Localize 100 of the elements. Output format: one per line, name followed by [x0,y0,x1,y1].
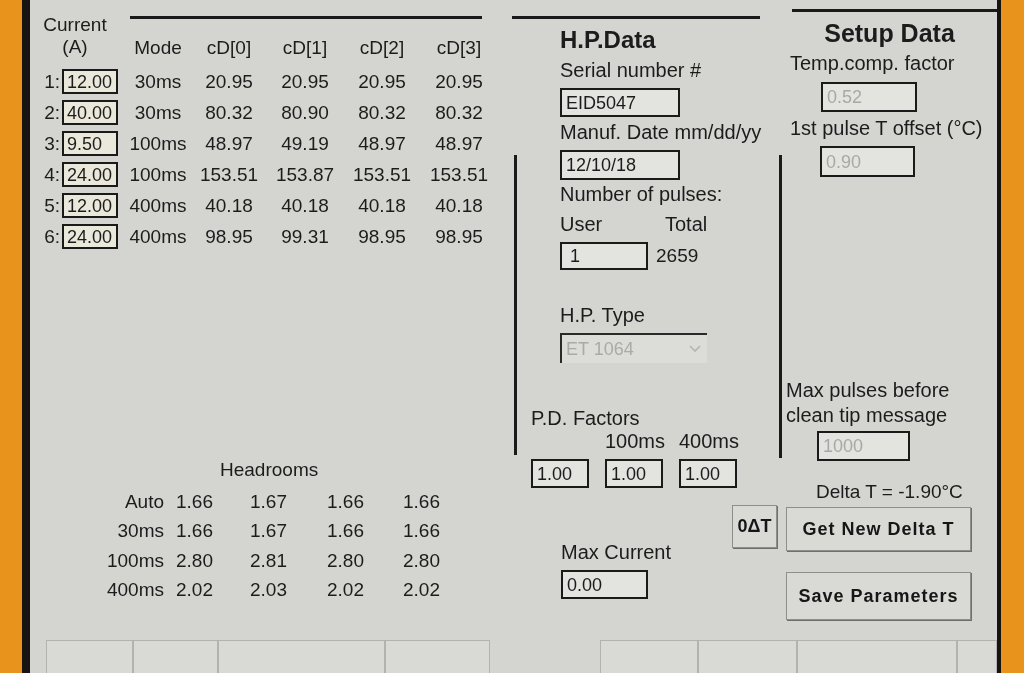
field-label: Number of pulses: [560,183,723,205]
input-field[interactable]: 40.00 [62,100,118,125]
table-cell-text: 1.66 [403,520,441,543]
table-cell-text: 1.66 [403,490,441,513]
tab[interactable] [797,640,957,673]
row-number: 5: [43,194,60,217]
table-cell-text: 30ms [133,70,183,93]
input-field[interactable]: 9.50 [62,131,118,156]
tab[interactable] [218,640,385,673]
row-number: 6: [43,225,60,248]
field-label: Max pulses before clean tip message [786,378,951,428]
table-cell-text: 153.87 [274,163,336,186]
input-field[interactable]: 1.00 [679,459,737,488]
pulse-count: 2659 [656,245,699,267]
row-number: 1: [43,70,60,93]
table-cell-text: 80.32 [434,101,484,124]
table-cell-text: 153.51 [198,163,260,186]
delta-t-reading: Delta T = -1.90°C [816,481,963,503]
field-label: Serial number # [560,59,702,81]
section-title: Setup Data [824,18,955,48]
table-cell-text: 48.97 [357,132,407,155]
get-new-delta-t-button[interactable]: Get New Delta T [786,507,971,551]
table-cell-text: 2.02 [403,579,441,602]
table-cell-text: 100ms [128,132,188,155]
column-header: cD[3] [435,38,483,58]
table-cell-text: 40.18 [280,194,330,217]
table-cell-text: 80.32 [204,101,254,124]
input-field[interactable]: 1.00 [531,459,589,488]
input-field[interactable]: 12/10/18 [560,150,680,180]
input-field[interactable]: 1 [560,242,648,270]
section-title: H.P.Data [560,26,656,54]
column-header: Mode [133,38,183,58]
table-cell-text: 1.66 [176,490,214,513]
tab[interactable] [133,640,218,673]
table-cell-text: 20.95 [280,70,330,93]
field-label: H.P. Type [560,304,645,326]
chevron-down-icon [689,345,701,353]
input-field[interactable]: 24.00 [62,224,118,249]
input-field[interactable]: 0.00 [561,570,648,599]
table-cell-text: 2.02 [176,579,214,602]
column-header: cD[1] [281,38,329,58]
table-cell-text: 98.95 [357,225,407,248]
input-field[interactable]: 24.00 [62,162,118,187]
field-label: Temp.comp. factor [790,52,955,74]
row-number: 3: [43,132,60,155]
table-cell-text: 40.18 [357,194,407,217]
table-cell-text: 40.18 [434,194,484,217]
input-field[interactable]: 12.00 [62,193,118,218]
table-cell-text: 80.32 [357,101,407,124]
table-cell-text: 400ms [128,225,188,248]
input-field[interactable]: EID5047 [560,88,680,117]
row-label: 400ms [105,579,165,602]
table-cell-text: 48.97 [204,132,254,155]
field-label: P.D. Factors [531,407,640,429]
column-header: Current (A) [42,14,108,58]
input-field[interactable]: 1.00 [605,459,663,488]
tab[interactable] [698,640,797,673]
table-cell-text: 400ms [128,194,188,217]
table-cell-text: 20.95 [434,70,484,93]
column-header: cD[2] [358,38,406,58]
table-cell-text: 100ms [128,163,188,186]
table-cell-text: 99.31 [280,225,330,248]
field-label: Max Current [561,541,672,563]
table-cell-text: 49.19 [280,132,330,155]
tab[interactable] [46,640,133,673]
tab[interactable] [600,640,698,673]
table-cell-text: 2.02 [327,579,365,602]
field-label: Manuf. Date mm/dd/yy [560,121,762,143]
input-field[interactable]: 12.00 [62,69,118,94]
table-cell-text: 2.80 [176,549,214,572]
field-label: User [560,213,604,235]
table-cell-text: 2.80 [327,549,365,572]
table-cell-text: 30ms [133,101,183,124]
tab[interactable] [957,640,997,673]
column-header: cD[0] [205,38,253,58]
table-cell-text: 1.67 [250,520,288,543]
table-cell-text: 1.66 [327,490,365,513]
table-cell-text: 40.18 [204,194,254,217]
field-label: 1st pulse T offset (°C) [790,117,983,139]
table-cell-text: 153.51 [351,163,413,186]
table-cell-text: 153.51 [428,163,490,186]
row-label: 100ms [105,549,165,572]
table-cell-text: 2.81 [250,549,288,572]
table-cell-text: 98.95 [204,225,254,248]
tab[interactable] [385,640,490,673]
table-cell-text: 80.90 [280,101,330,124]
table-cell-text: 2.03 [250,579,288,602]
row-label: Auto [123,490,165,513]
table-cell-text: 1.67 [250,490,288,513]
zero-delta-t-button[interactable]: 0ΔT [732,505,777,548]
table-cell-text: 1.66 [176,520,214,543]
table-cell-text: 2.80 [403,549,441,572]
field-label: 100ms [605,430,663,452]
table-cell-text: 20.95 [204,70,254,93]
save-parameters-button[interactable]: Save Parameters [786,572,971,620]
field-label: 400ms [679,430,737,452]
table-cell-text: 98.95 [434,225,484,248]
table-cell-text: 1.66 [327,520,365,543]
table-cell-text: 20.95 [357,70,407,93]
row-number: 2: [43,101,60,124]
